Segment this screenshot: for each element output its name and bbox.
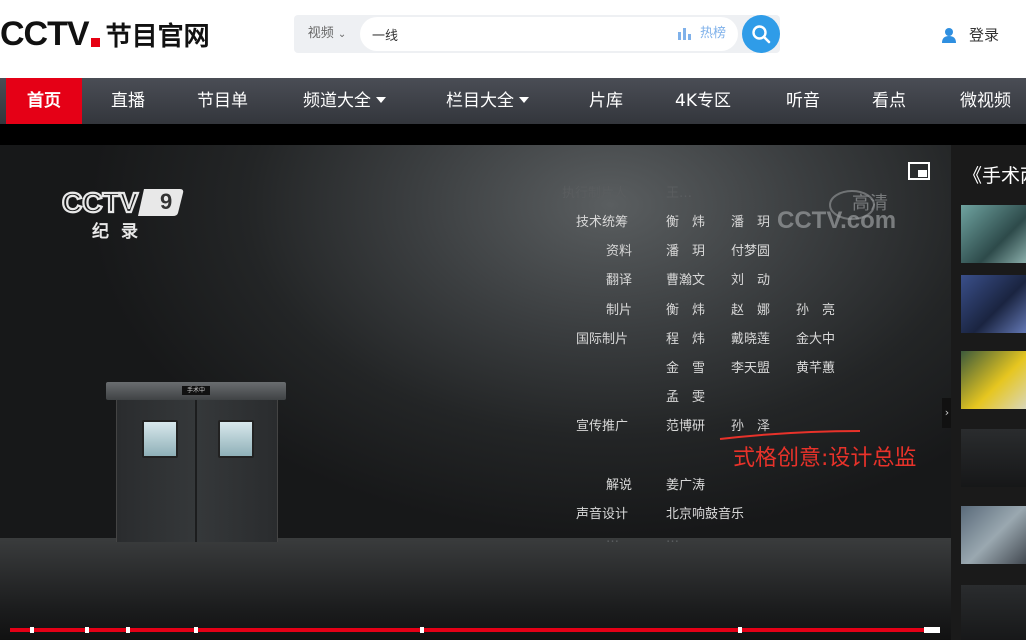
- episode-thumbnail[interactable]: [961, 275, 1026, 333]
- nav-label: 频道大全: [303, 91, 371, 111]
- chevron-right-icon: ›: [944, 406, 950, 419]
- hot-list-link[interactable]: 热榜: [678, 15, 726, 53]
- nav-audio[interactable]: 听音: [786, 78, 820, 124]
- caret-down-icon: [519, 97, 529, 103]
- episode-thumbnail[interactable]: [961, 429, 1026, 487]
- episode-thumbnail[interactable]: [961, 585, 1026, 640]
- hot-list-label: 热榜: [700, 26, 727, 41]
- nav-channels[interactable]: 频道大全: [303, 78, 386, 124]
- main-nav: 首页 直播 节目单 频道大全 栏目大全 片库 4K专区 听音 看点 微视频: [0, 78, 1026, 124]
- nav-label: 4K专区: [675, 91, 731, 111]
- logo-dot: [90, 38, 100, 47]
- nav-highlights[interactable]: 看点: [872, 78, 906, 124]
- episode-sidebar: 《手术两: [951, 145, 1026, 640]
- nav-programs[interactable]: 栏目大全: [446, 78, 529, 124]
- search-bar: 视频 ⌄ 热榜: [294, 15, 780, 53]
- user-icon: [942, 27, 956, 43]
- video-player[interactable]: CCTV 9 纪录 手术中 执行制片人 王… 技术统筹 衡 炜 潘 玥 资料 潘…: [0, 145, 951, 640]
- sidebar-title: 《手术两: [963, 165, 1026, 187]
- caret-down-icon: [376, 97, 386, 103]
- chapter-marker[interactable]: [126, 627, 130, 633]
- site-header: CCTV 节目官网 视频 ⌄ 热榜 登录: [0, 0, 1026, 78]
- login-link[interactable]: 登录: [941, 24, 999, 45]
- nav-label: 听音: [786, 91, 820, 111]
- progress-handle[interactable]: [924, 627, 940, 633]
- nav-label: 片库: [589, 91, 623, 111]
- chapter-marker[interactable]: [194, 627, 198, 633]
- nav-micro-video[interactable]: 微视频: [960, 78, 1011, 124]
- search-button[interactable]: [742, 15, 780, 53]
- nav-4k[interactable]: 4K专区: [675, 78, 731, 124]
- chapter-marker[interactable]: [85, 627, 89, 633]
- nav-label: 栏目大全: [446, 91, 514, 111]
- episode-thumbnail[interactable]: [961, 351, 1026, 409]
- episode-thumbnail[interactable]: [961, 506, 1026, 564]
- logo-text: CCTV: [0, 15, 90, 53]
- nav-label: 看点: [872, 91, 906, 111]
- nav-label: 微视频: [960, 91, 1011, 111]
- search-icon: [752, 25, 771, 44]
- nav-label: 节目单: [197, 91, 248, 111]
- chapter-marker[interactable]: [420, 627, 424, 633]
- nav-live[interactable]: 直播: [111, 78, 145, 124]
- chapter-marker[interactable]: [738, 627, 742, 633]
- chevron-down-icon: ⌄: [337, 29, 347, 40]
- nav-label: 直播: [111, 91, 145, 111]
- search-category-select[interactable]: 视频 ⌄: [294, 15, 360, 53]
- annotation-text: 式格创意:设计总监: [733, 446, 917, 471]
- nav-schedule[interactable]: 节目单: [197, 78, 248, 124]
- chapter-marker[interactable]: [30, 627, 34, 633]
- login-label: 登录: [969, 26, 1000, 44]
- search-category-label: 视频: [307, 26, 334, 41]
- episode-thumbnail[interactable]: [961, 205, 1026, 263]
- cctv-logo[interactable]: CCTV 节目官网: [0, 14, 210, 54]
- logo-subtitle: 节目官网: [105, 21, 210, 52]
- nav-library[interactable]: 片库: [589, 78, 623, 124]
- progress-bar[interactable]: [10, 627, 940, 633]
- progress-fill: [10, 628, 940, 632]
- annotation-underline: [719, 430, 861, 440]
- bar-chart-icon: [678, 28, 691, 40]
- nav-home[interactable]: 首页: [6, 78, 82, 124]
- nav-label: 首页: [27, 91, 61, 111]
